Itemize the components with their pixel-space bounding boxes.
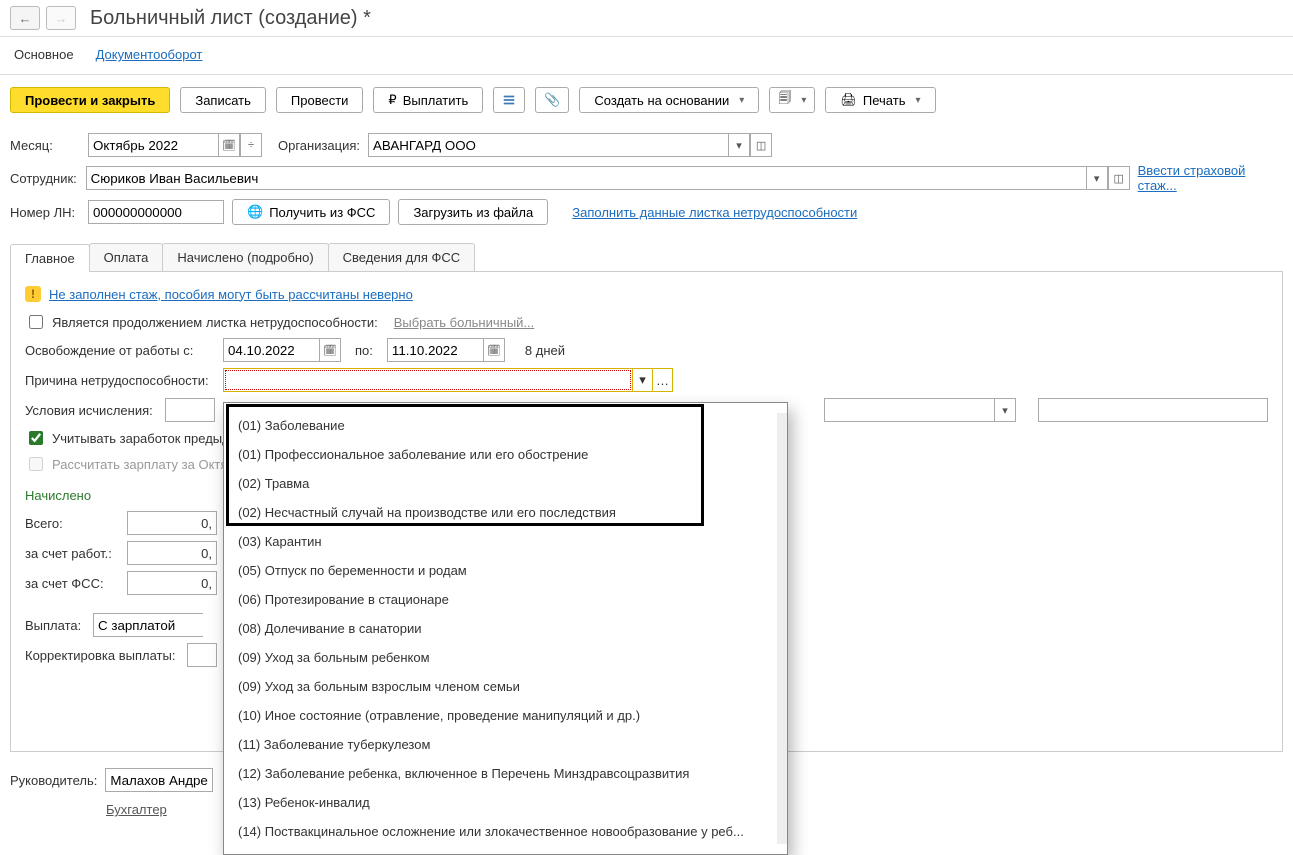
employee-label: Сотрудник: bbox=[10, 171, 78, 186]
get-fss-label: Получить из ФСС bbox=[269, 205, 375, 220]
dd-item-05[interactable]: (05) Отпуск по беременности и родам bbox=[224, 556, 787, 585]
fill-data-link[interactable]: Заполнить данные листка нетрудоспособнос… bbox=[572, 205, 857, 220]
warning-icon: ! bbox=[25, 286, 41, 302]
reason-more-button[interactable]: … bbox=[653, 368, 673, 392]
tab-fss[interactable]: Сведения для ФСС bbox=[328, 243, 475, 271]
month-input[interactable] bbox=[88, 133, 218, 157]
month-stepper[interactable]: ÷ bbox=[240, 133, 262, 157]
manager-input[interactable] bbox=[105, 768, 213, 792]
dd-item-14[interactable]: (14) Поствакцинальное осложнение или зло… bbox=[224, 817, 787, 846]
month-calendar-button[interactable]: 🗓 bbox=[218, 133, 240, 157]
release-label: Освобождение от работы с: bbox=[25, 343, 215, 358]
total-label: Всего: bbox=[25, 516, 119, 531]
employee-open[interactable]: ◫ bbox=[1108, 166, 1130, 190]
dd-item-01-prof[interactable]: (01) Профессиональное заболевание или ег… bbox=[224, 440, 787, 469]
payment-input[interactable] bbox=[93, 613, 203, 637]
employer-value[interactable]: 0, bbox=[127, 541, 217, 565]
nav-back[interactable]: ← bbox=[10, 6, 40, 30]
dd-item-09-child[interactable]: (09) Уход за больным ребенком bbox=[224, 643, 787, 672]
reason-dropdown-popup: (01) Заболевание (01) Профессиональное з… bbox=[223, 402, 788, 855]
reason-label: Причина нетрудоспособности: bbox=[25, 373, 215, 388]
dd-item-02-accident[interactable]: (02) Несчастный случай на производстве и… bbox=[224, 498, 787, 527]
recalc-salary-checkbox bbox=[29, 457, 43, 471]
dropdown-scrollbar[interactable] bbox=[778, 415, 786, 765]
ln-input[interactable] bbox=[88, 200, 224, 224]
more-actions-button[interactable]: 🗐 bbox=[769, 87, 815, 113]
ln-label: Номер ЛН: bbox=[10, 205, 80, 220]
calc-cond-extra2-input[interactable] bbox=[1038, 398, 1268, 422]
dd-item-09-adult[interactable]: (09) Уход за больным взрослым членом сем… bbox=[224, 672, 787, 701]
org-input[interactable] bbox=[368, 133, 728, 157]
create-based-on-button[interactable]: Создать на основании bbox=[579, 87, 759, 113]
calc-cond-label: Условия исчисления: bbox=[25, 403, 157, 418]
org-dropdown[interactable]: ▾ bbox=[728, 133, 750, 157]
date-to-input[interactable] bbox=[387, 338, 483, 362]
paperclip-icon: 📎 bbox=[544, 92, 560, 108]
org-open[interactable]: ◫ bbox=[750, 133, 772, 157]
post-and-close-button[interactable]: Провести и закрыть bbox=[10, 87, 170, 113]
window-title: Больничный лист (создание) * bbox=[90, 7, 371, 30]
correction-input[interactable] bbox=[187, 643, 217, 667]
manager-label: Руководитель: bbox=[10, 773, 97, 788]
prev-earnings-checkbox[interactable] bbox=[29, 431, 43, 445]
dd-item-13[interactable]: (13) Ребенок-инвалид bbox=[224, 788, 787, 817]
reason-input[interactable] bbox=[223, 368, 633, 392]
employee-dropdown[interactable]: ▾ bbox=[1086, 166, 1108, 190]
currency-icon: ₽ bbox=[388, 92, 396, 108]
list-icon-button[interactable] bbox=[493, 87, 525, 113]
reason-dropdown-button[interactable]: ▾ bbox=[633, 368, 653, 392]
subnav-main[interactable]: Основное bbox=[14, 47, 74, 62]
print-label: Печать bbox=[863, 93, 906, 108]
globe-icon: 🌐 bbox=[247, 204, 263, 220]
warning-link[interactable]: Не заполнен стаж, пособия могут быть рас… bbox=[49, 287, 413, 302]
to-label: по: bbox=[355, 343, 373, 358]
dd-item-12[interactable]: (12) Заболевание ребенка, включенное в П… bbox=[224, 759, 787, 788]
dd-item-03[interactable]: (03) Карантин bbox=[224, 527, 787, 556]
dd-item-01-disease[interactable]: (01) Заболевание bbox=[224, 411, 787, 440]
pay-button[interactable]: ₽ Выплатить bbox=[373, 87, 483, 113]
calc-cond-extra-input[interactable] bbox=[824, 398, 994, 422]
days-text: 8 дней bbox=[525, 343, 565, 358]
month-label: Месяц: bbox=[10, 138, 80, 153]
dd-item-11[interactable]: (11) Заболевание туберкулезом bbox=[224, 730, 787, 759]
employer-label: за счет работ.: bbox=[25, 546, 119, 561]
pay-label: Выплатить bbox=[403, 93, 469, 108]
org-label: Организация: bbox=[278, 138, 360, 153]
correction-label: Корректировка выплаты: bbox=[25, 648, 179, 663]
printer-icon: 🖨 bbox=[840, 92, 857, 108]
total-value[interactable]: 0, bbox=[127, 511, 217, 535]
tab-payment[interactable]: Оплата bbox=[89, 243, 164, 271]
copy-icon: 🗐 bbox=[778, 89, 791, 111]
select-sick-link[interactable]: Выбрать больничный... bbox=[394, 315, 535, 330]
date-from-calendar[interactable]: 🗓 bbox=[319, 338, 341, 362]
dd-item-08[interactable]: (08) Долечивание в санатории bbox=[224, 614, 787, 643]
post-button[interactable]: Провести bbox=[276, 87, 364, 113]
attach-button[interactable]: 📎 bbox=[535, 87, 569, 113]
fss-label: за счет ФСС: bbox=[25, 576, 119, 591]
dd-item-06[interactable]: (06) Протезирование в стационаре bbox=[224, 585, 787, 614]
date-to-calendar[interactable]: 🗓 bbox=[483, 338, 505, 362]
tab-main[interactable]: Главное bbox=[10, 244, 90, 272]
continuation-label: Является продолжением листка нетрудоспос… bbox=[52, 315, 378, 330]
get-from-fss-button[interactable]: 🌐 Получить из ФСС bbox=[232, 199, 390, 225]
recalc-salary-label: Рассчитать зарплату за Октябрь bbox=[52, 457, 249, 472]
calc-cond-input[interactable] bbox=[165, 398, 215, 422]
insurance-link[interactable]: Ввести страховой стаж... bbox=[1138, 163, 1283, 193]
calc-cond-dd[interactable]: ▾ bbox=[994, 398, 1016, 422]
employee-input[interactable] bbox=[86, 166, 1086, 190]
dd-item-02-injury[interactable]: (02) Травма bbox=[224, 469, 787, 498]
tab-accrued[interactable]: Начислено (подробно) bbox=[162, 243, 328, 271]
fss-value[interactable]: 0, bbox=[127, 571, 217, 595]
print-button[interactable]: 🖨 Печать bbox=[825, 87, 935, 113]
nav-forward[interactable]: → bbox=[46, 6, 76, 30]
continuation-checkbox[interactable] bbox=[29, 315, 43, 329]
save-button[interactable]: Записать bbox=[180, 87, 266, 113]
load-from-file-button[interactable]: Загрузить из файла bbox=[398, 199, 548, 225]
date-from-input[interactable] bbox=[223, 338, 319, 362]
list-icon bbox=[502, 93, 516, 107]
dd-item-10[interactable]: (10) Иное состояние (отравление, проведе… bbox=[224, 701, 787, 730]
payment-label: Выплата: bbox=[25, 618, 85, 633]
subnav-docflow[interactable]: Документооборот bbox=[96, 47, 203, 62]
